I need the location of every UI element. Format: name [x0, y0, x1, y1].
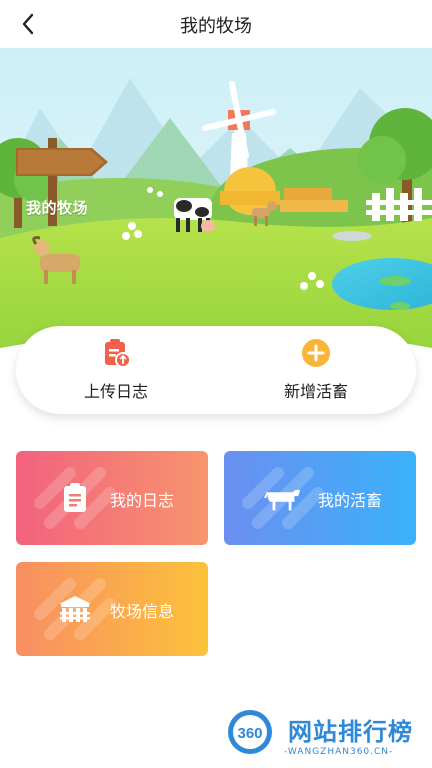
top-bar: 我的牧场	[0, 0, 432, 48]
ranch-info-tile[interactable]: 牧场信息	[16, 562, 208, 656]
upload-log-label: 上传日志	[83, 382, 148, 401]
watermark-logo: 360 网站排行榜 -WANGZHAN360.CN-	[218, 700, 428, 764]
my-livestock-label: 我的活畜	[318, 491, 383, 510]
my-livestock-tile[interactable]: 我的活畜	[224, 451, 416, 545]
add-livestock-label: 新增活畜	[283, 382, 348, 401]
badge-text: 360	[237, 725, 262, 742]
ranch-fence-icon	[56, 590, 94, 628]
document-icon	[56, 479, 94, 517]
my-log-tile[interactable]: 我的日志	[16, 451, 208, 545]
watermark-title: 网站排行榜	[288, 718, 413, 746]
farm-sign-text: 我的牧场	[26, 199, 89, 217]
ranch-info-label: 牧场信息	[110, 602, 175, 621]
add-livestock-button[interactable]: 新增活畜	[216, 326, 416, 414]
upload-log-button[interactable]: 上传日志	[16, 326, 216, 414]
clipboard-upload-icon	[101, 338, 131, 368]
badge-360-icon: 360	[228, 710, 272, 754]
page-title: 我的牧场	[180, 16, 252, 37]
quick-actions-card: 上传日志 新增活畜	[16, 326, 416, 414]
my-log-label: 我的日志	[110, 491, 175, 510]
watermark-subtitle: -WANGZHAN360.CN-	[284, 747, 394, 757]
plus-circle-icon	[301, 338, 331, 368]
cow-icon	[264, 479, 302, 517]
